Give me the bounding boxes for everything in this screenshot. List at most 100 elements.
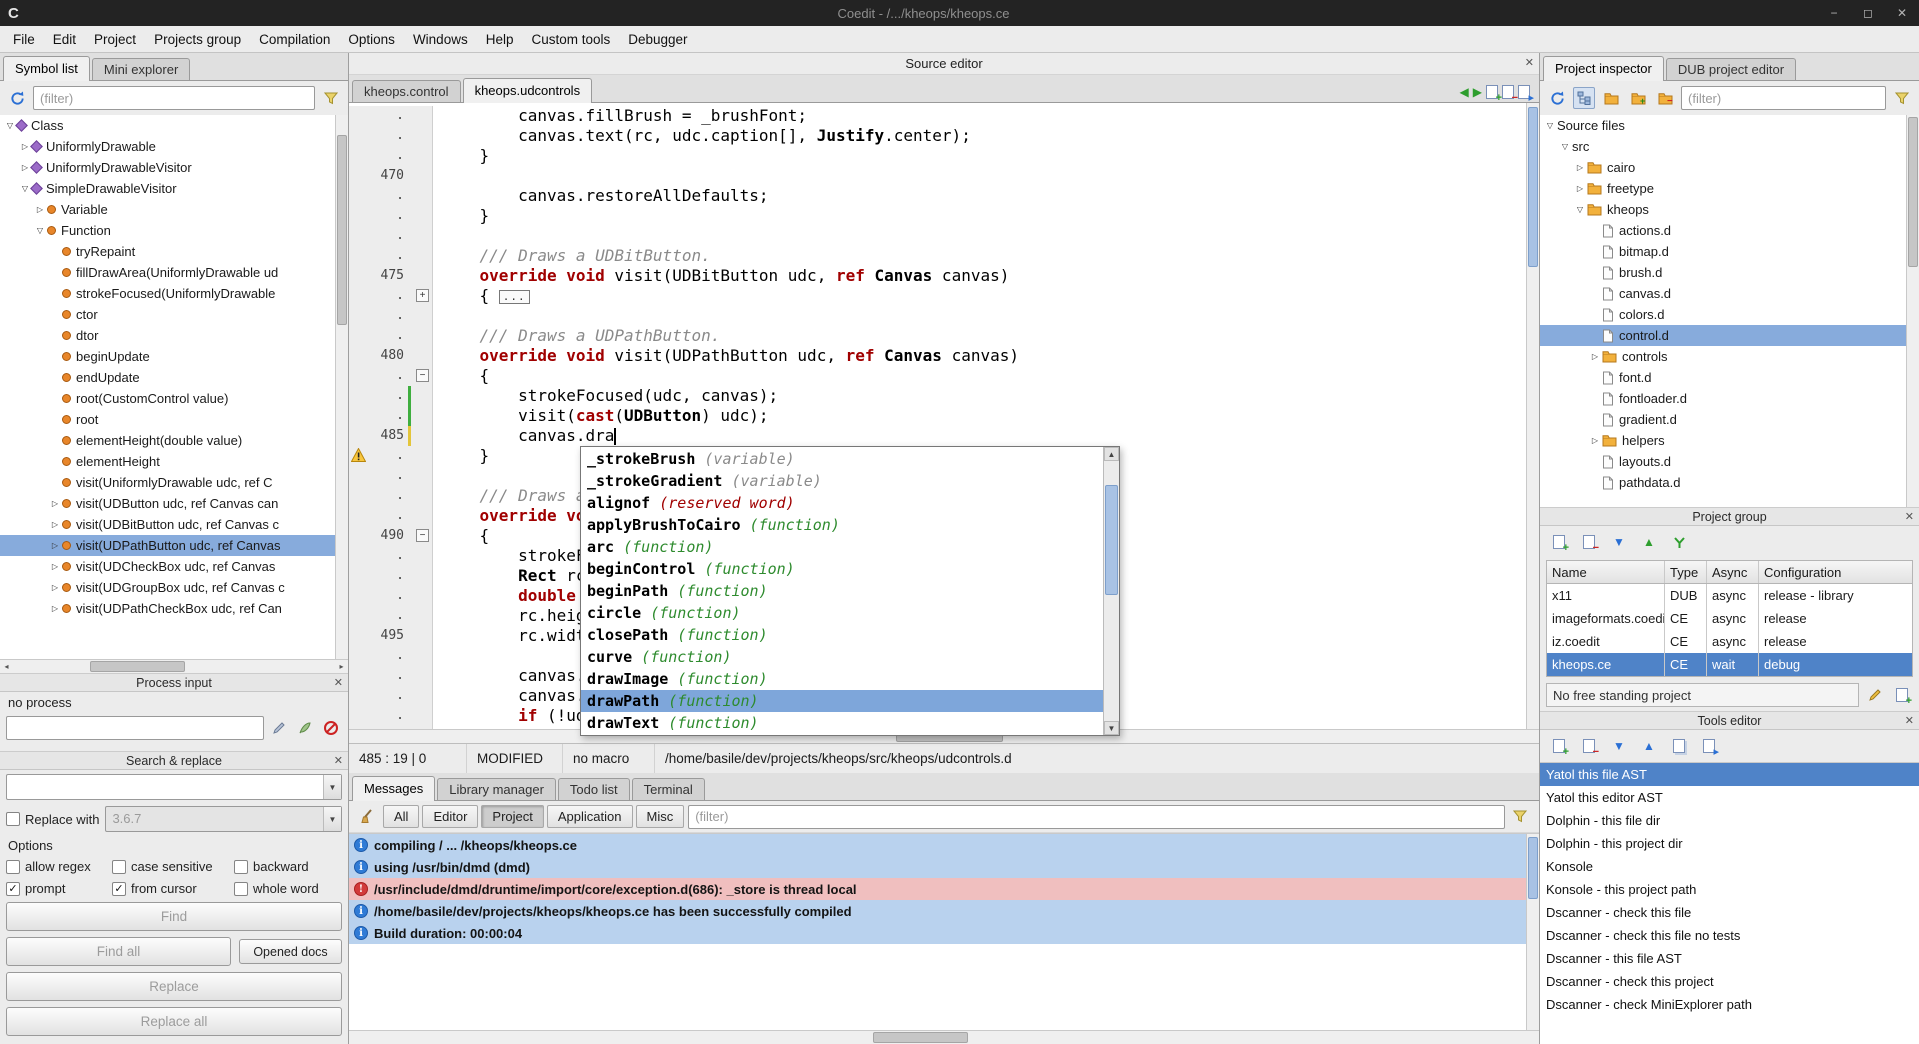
symbol-item-elementheight-double-value[interactable]: elementHeight(double value)	[0, 430, 348, 451]
code-line[interactable]: . canvas.restoreAllDefaults;	[349, 186, 1539, 206]
expander-expanded-icon[interactable]: ▽	[1573, 205, 1587, 214]
tree-view-icon[interactable]	[1573, 87, 1595, 109]
move-up-icon[interactable]: ▲	[1638, 531, 1660, 553]
code-line[interactable]: . /// Draws a UDPathButton.	[349, 326, 1539, 346]
tab-terminal[interactable]: Terminal	[632, 778, 705, 800]
vertical-scrollbar-thumb[interactable]	[1528, 837, 1538, 899]
project-item-actions-d[interactable]: actions.d	[1540, 220, 1919, 241]
cancel-icon[interactable]	[320, 717, 342, 739]
code-line[interactable]: . }	[349, 146, 1539, 166]
add-folder-icon[interactable]: +	[1627, 87, 1649, 109]
symbol-item-root-customcontrol-value[interactable]: root(CustomControl value)	[0, 388, 348, 409]
tool-item-konsole-this-project-path[interactable]: Konsole - this project path	[1540, 878, 1919, 901]
menu-debugger[interactable]: Debugger	[619, 28, 696, 51]
symbol-item-uniformlydrawable[interactable]: ▷UniformlyDrawable	[0, 136, 348, 157]
expander-collapsed-icon[interactable]: ▷	[48, 499, 62, 508]
filter-project-button[interactable]: Project	[481, 805, 543, 828]
run-tool-icon[interactable]: ▸	[1698, 735, 1720, 757]
symbol-item-beginupdate[interactable]: beginUpdate	[0, 346, 348, 367]
messages-filter-input[interactable]	[688, 805, 1505, 829]
completion-item-applybrushtocairo[interactable]: applyBrushToCairo (function)	[581, 514, 1103, 536]
vertical-scrollbar-thumb[interactable]	[1528, 107, 1538, 267]
replace-button[interactable]: Replace	[6, 972, 342, 1001]
column-header-name[interactable]: Name	[1547, 561, 1665, 583]
checkbox-box[interactable]	[112, 860, 126, 874]
expander-collapsed-icon[interactable]: ▷	[1573, 163, 1587, 172]
project-item-colors-d[interactable]: colors.d	[1540, 304, 1919, 325]
process-input-field[interactable]	[6, 716, 264, 740]
messages-vscrollbar[interactable]	[1526, 834, 1539, 1030]
project-filter-input[interactable]	[1681, 86, 1886, 110]
project-item-brush-d[interactable]: brush.d	[1540, 262, 1919, 283]
column-header-type[interactable]: Type	[1665, 561, 1707, 583]
menu-compilation[interactable]: Compilation	[250, 28, 339, 51]
tool-item-dscanner-this-file-ast[interactable]: Dscanner - this file AST	[1540, 947, 1919, 970]
symbol-tree-vscrollbar[interactable]	[335, 115, 348, 659]
menu-projects-group[interactable]: Projects group	[145, 28, 250, 51]
expander-collapsed-icon[interactable]: ▷	[48, 562, 62, 571]
code-line[interactable]: 480 override void visit(UDPathButton udc…	[349, 346, 1539, 366]
minimize-button[interactable]: −	[1817, 0, 1851, 26]
chevron-down-icon[interactable]: ▼	[323, 807, 341, 831]
code-line[interactable]: 470	[349, 166, 1539, 186]
pencil-icon[interactable]	[268, 717, 290, 739]
completion-item-drawpath[interactable]: drawPath (function)	[581, 690, 1103, 712]
completion-item-beginpath[interactable]: beginPath (function)	[581, 580, 1103, 602]
completion-item-alignof[interactable]: alignof (reserved word)	[581, 492, 1103, 514]
symbol-item-visit-udbutton-udc-ref-canvas-can[interactable]: ▷visit(UDButton udc, ref Canvas can	[0, 493, 348, 514]
checkbox-case-sensitive[interactable]: case sensitive	[112, 859, 234, 874]
completion-item-drawtext[interactable]: drawText (function)	[581, 712, 1103, 734]
code-line[interactable]: . canvas.text(rc, udc.caption[], Justify…	[349, 126, 1539, 146]
refresh-icon[interactable]	[6, 87, 28, 109]
editor-tab-kheops-control[interactable]: kheops.control	[352, 80, 461, 102]
symbol-item-root[interactable]: root	[0, 409, 348, 430]
code-line[interactable]: 475 override void visit(UDBitButton udc,…	[349, 266, 1539, 286]
prev-location-icon[interactable]: ◀	[1460, 86, 1469, 98]
clear-messages-icon[interactable]	[357, 806, 379, 828]
message-row[interactable]: i/home/basile/dev/projects/kheops/kheops…	[349, 900, 1526, 922]
tab-messages[interactable]: Messages	[352, 776, 435, 801]
message-row[interactable]: iusing /usr/bin/dmd (dmd)	[349, 856, 1526, 878]
code-line[interactable]: . canvas.fillBrush = _brushFont;	[349, 106, 1539, 126]
completion-item-closepath[interactable]: closePath (function)	[581, 624, 1103, 646]
code-line[interactable]: .	[349, 306, 1539, 326]
search-combo[interactable]: ▼	[6, 774, 342, 800]
filter-application-button[interactable]: Application	[547, 805, 633, 828]
symbol-item-ctor[interactable]: ctor	[0, 304, 348, 325]
project-item-src[interactable]: ▽src	[1540, 136, 1919, 157]
move-tool-down-icon[interactable]: ▼	[1608, 735, 1630, 757]
tool-item-dscanner-check-this-file[interactable]: Dscanner - check this file	[1540, 901, 1919, 924]
replace-with-checkbox[interactable]: Replace with	[6, 812, 99, 827]
close-button[interactable]: ✕	[1885, 0, 1919, 26]
fold-minus-icon[interactable]: −	[416, 529, 429, 542]
tool-item-dscanner-check-this-file-no-tests[interactable]: Dscanner - check this file no tests	[1540, 924, 1919, 947]
symbol-item-tryrepaint[interactable]: tryRepaint	[0, 241, 348, 262]
expander-collapsed-icon[interactable]: ▷	[48, 604, 62, 613]
checkbox-box[interactable]	[234, 882, 248, 896]
messages-hscrollbar[interactable]	[349, 1030, 1539, 1044]
project-row-iz-coedit[interactable]: iz.coeditCEasyncrelease	[1547, 630, 1912, 653]
funnel-icon[interactable]	[1891, 87, 1913, 109]
project-item-fontloader-d[interactable]: fontloader.d	[1540, 388, 1919, 409]
code-line[interactable]: . }	[349, 206, 1539, 226]
opened-docs-button[interactable]: Opened docs	[239, 939, 342, 964]
completion-item-strokegradient[interactable]: _strokeGradient (variable)	[581, 470, 1103, 492]
tool-item-yatol-this-file-ast[interactable]: Yatol this file AST	[1540, 763, 1919, 786]
vertical-scrollbar-thumb[interactable]	[337, 135, 347, 325]
horizontal-scrollbar-thumb[interactable]	[90, 661, 185, 672]
scroll-right-icon[interactable]: ▸	[335, 660, 348, 673]
new-document-icon[interactable]: +	[1486, 85, 1498, 99]
tab-project-inspector[interactable]: Project inspector	[1543, 56, 1664, 81]
expander-expanded-icon[interactable]: ▽	[33, 226, 47, 235]
symbol-filter-input[interactable]	[33, 86, 315, 110]
move-tool-up-icon[interactable]: ▲	[1638, 735, 1660, 757]
tab-dub-project-editor[interactable]: DUB project editor	[1666, 58, 1796, 80]
expander-expanded-icon[interactable]: ▽	[1558, 142, 1572, 151]
code-line[interactable]: . /// Draws a UDBitButton.	[349, 246, 1539, 266]
project-row-imageformats-coedit[interactable]: imageformats.coeditCEasyncrelease	[1547, 607, 1912, 630]
checkbox-box[interactable]: ✓	[6, 882, 20, 896]
scroll-left-icon[interactable]: ◂	[0, 660, 13, 673]
tab-symbol-list[interactable]: Symbol list	[3, 56, 90, 81]
find-button[interactable]: Find	[6, 902, 342, 931]
chevron-down-icon[interactable]: ▼	[323, 775, 341, 799]
